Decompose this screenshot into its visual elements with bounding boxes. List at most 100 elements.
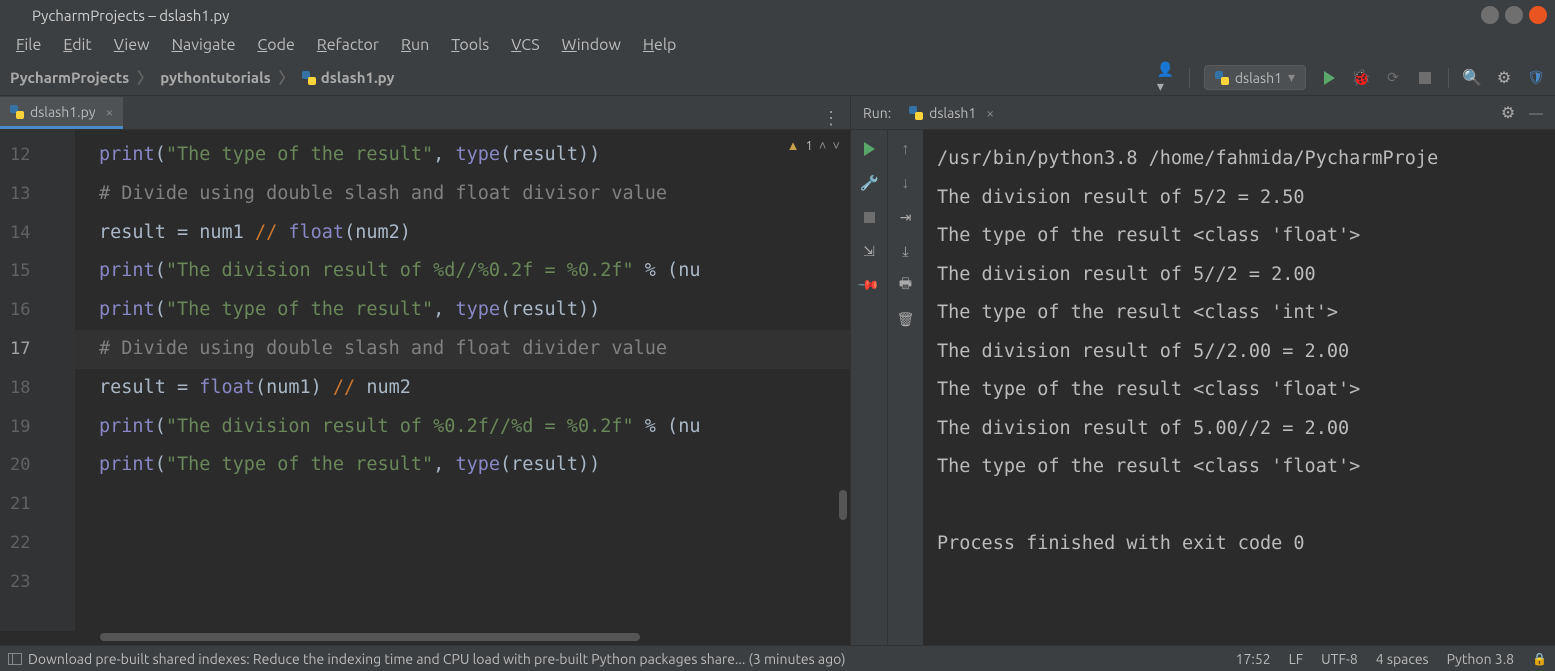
coverage-button[interactable]: ⟳: [1384, 69, 1402, 87]
stop-button[interactable]: [860, 208, 878, 226]
chevron-down-icon: ▾: [1288, 69, 1295, 86]
menu-window[interactable]: Window: [552, 32, 631, 58]
titlebar: PycharmProjects – dslash1.py: [0, 0, 1555, 30]
run-button[interactable]: [1320, 69, 1338, 87]
add-config-icon[interactable]: 👤▾: [1157, 69, 1175, 87]
code-line[interactable]: [99, 485, 850, 524]
scroll-down-icon[interactable]: ↓: [897, 174, 915, 192]
menubar: FileEditViewNavigateCodeRefactorRunTools…: [0, 30, 1555, 60]
line-number[interactable]: 20: [10, 446, 75, 485]
shield-icon[interactable]: 🛡: [1527, 69, 1545, 87]
soft-wrap-button[interactable]: ⇥: [897, 208, 915, 226]
code-area[interactable]: print("The type of the result", type(res…: [75, 130, 850, 631]
menu-help[interactable]: Help: [633, 32, 687, 58]
code-line[interactable]: print("The division result of %d//%0.2f …: [99, 252, 850, 291]
stop-button[interactable]: [1416, 69, 1434, 87]
run-config-selector[interactable]: dslash1 ▾: [1204, 65, 1306, 90]
pin-button[interactable]: 📌: [856, 272, 881, 297]
chevron-down-icon[interactable]: ˅: [832, 138, 840, 153]
code-line[interactable]: print("The type of the result", type(res…: [99, 291, 850, 330]
rerun-button[interactable]: [860, 140, 878, 158]
menu-refactor[interactable]: Refactor: [307, 32, 389, 58]
debug-button[interactable]: 🐞: [1352, 69, 1370, 87]
inspection-widget[interactable]: ▲ 1 ˄ ˅: [787, 138, 840, 153]
run-settings-button[interactable]: ⚙: [1499, 104, 1517, 122]
app-icon: [8, 7, 24, 23]
line-number[interactable]: 21: [10, 485, 75, 524]
clear-button[interactable]: 🗑: [897, 310, 915, 328]
code-line[interactable]: [99, 563, 850, 602]
line-number[interactable]: 23: [10, 563, 75, 602]
code-line[interactable]: # Divide using double slash and float di…: [99, 175, 850, 214]
line-number[interactable]: 22: [10, 524, 75, 563]
navbar: PycharmProjects 〉 pythontutorials 〉 dslash1.…: [0, 60, 1555, 96]
code-line[interactable]: # Divide using double slash and float di…: [75, 330, 850, 369]
gutter: 121314151617181920212223: [0, 130, 75, 631]
code-line[interactable]: result = num1 // float(num2): [99, 214, 850, 253]
maximize-button[interactable]: [1505, 6, 1523, 24]
horizontal-scrollbar[interactable]: [0, 631, 850, 645]
menu-file[interactable]: File: [6, 32, 51, 58]
tab-overflow-button[interactable]: ⋮: [822, 108, 840, 129]
menu-view[interactable]: View: [104, 32, 160, 58]
warning-icon: ▲: [787, 138, 800, 153]
line-number[interactable]: 17: [10, 330, 75, 369]
scroll-to-end-button[interactable]: ⤓: [897, 242, 915, 260]
code-line[interactable]: print("The type of the result", type(res…: [99, 446, 850, 485]
run-header: Run: dslash1 × ⚙ —: [851, 96, 1555, 130]
run-label: Run:: [863, 105, 891, 121]
vertical-scrollbar[interactable]: [839, 490, 847, 520]
chevron-up-icon[interactable]: ˄: [819, 138, 827, 153]
status-encoding[interactable]: UTF-8: [1321, 651, 1358, 667]
window-controls: [1481, 6, 1547, 24]
breadcrumb-item[interactable]: PycharmProjects: [10, 69, 129, 86]
tab-close-icon[interactable]: ×: [986, 105, 994, 121]
code-line[interactable]: print("The division result of %0.2f//%d …: [99, 408, 850, 447]
breadcrumb-item[interactable]: pythontutorials: [160, 69, 270, 86]
line-number[interactable]: 12: [10, 136, 75, 175]
line-number[interactable]: 14: [10, 214, 75, 253]
code-line[interactable]: [99, 524, 850, 563]
menu-navigate[interactable]: Navigate: [162, 32, 246, 58]
line-number[interactable]: 18: [10, 369, 75, 408]
status-interpreter[interactable]: Python 3.8: [1447, 651, 1514, 667]
run-tab[interactable]: dslash1 ×: [903, 101, 1000, 125]
status-line-ending[interactable]: LF: [1289, 651, 1304, 667]
close-button[interactable]: [1529, 6, 1547, 24]
status-message[interactable]: Download pre-built shared indexes: Reduc…: [28, 651, 846, 667]
line-number[interactable]: 13: [10, 175, 75, 214]
tab-close-icon[interactable]: ×: [105, 104, 113, 120]
tool-window-icon[interactable]: [8, 653, 22, 665]
menu-run[interactable]: Run: [391, 32, 439, 58]
run-toolbar-right: ↑ ↓ ⇥ ⤓ 🖶 🗑: [887, 130, 923, 645]
hide-button[interactable]: —: [1529, 105, 1543, 121]
search-button[interactable]: 🔍: [1463, 69, 1481, 87]
play-icon: [1324, 71, 1335, 85]
settings-button[interactable]: ⚙: [1495, 69, 1513, 87]
edit-config-button[interactable]: 🔧: [860, 174, 878, 192]
code-line[interactable]: print("The type of the result", type(res…: [99, 136, 850, 175]
dump-threads-button[interactable]: ⇲: [860, 242, 878, 260]
scroll-up-icon[interactable]: ↑: [897, 140, 915, 158]
statusbar: Download pre-built shared indexes: Reduc…: [0, 645, 1555, 671]
code-line[interactable]: result = float(num1) // num2: [99, 369, 850, 408]
print-button[interactable]: 🖶: [897, 276, 915, 294]
breadcrumb-separator: 〉: [279, 67, 294, 88]
line-number[interactable]: 19: [10, 408, 75, 447]
menu-tools[interactable]: Tools: [441, 32, 499, 58]
breadcrumb-item[interactable]: dslash1.py: [302, 69, 395, 86]
menu-edit[interactable]: Edit: [53, 32, 101, 58]
breadcrumb-separator: 〉: [137, 67, 152, 88]
line-number[interactable]: 16: [10, 291, 75, 330]
lock-icon[interactable]: 🔒: [1532, 652, 1547, 666]
python-icon: [1215, 71, 1229, 85]
editor-body[interactable]: 121314151617181920212223 print("The type…: [0, 130, 850, 631]
stop-icon: [1419, 72, 1431, 84]
line-number[interactable]: 15: [10, 252, 75, 291]
console-output[interactable]: /usr/bin/python3.8 /home/fahmida/Pycharm…: [923, 130, 1555, 645]
menu-vcs[interactable]: VCS: [501, 32, 549, 58]
status-indent[interactable]: 4 spaces: [1376, 651, 1429, 667]
minimize-button[interactable]: [1481, 6, 1499, 24]
menu-code[interactable]: Code: [247, 32, 304, 58]
editor-tab[interactable]: dslash1.py ×: [0, 97, 123, 129]
